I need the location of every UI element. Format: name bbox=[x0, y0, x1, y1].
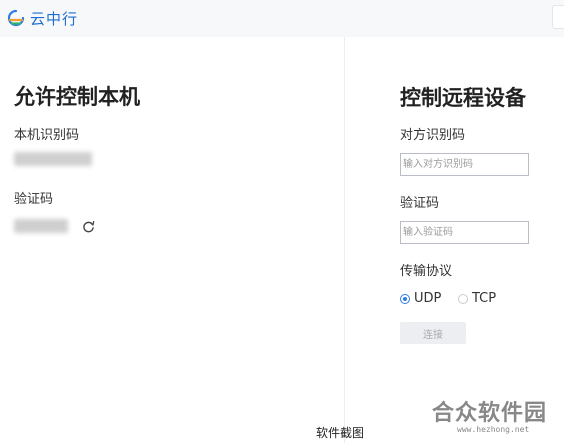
tcp-radio[interactable] bbox=[458, 294, 468, 304]
protocol-label: 传输协议 bbox=[400, 264, 453, 279]
allow-control-heading: 允许控制本机 bbox=[14, 85, 140, 109]
verify-code-label: 验证码 bbox=[14, 192, 54, 207]
verify-code-input[interactable] bbox=[400, 221, 529, 244]
cloud-logo-icon bbox=[7, 9, 25, 27]
udp-radio-label[interactable]: UDP bbox=[414, 291, 441, 306]
app-name: 云中行 bbox=[30, 10, 79, 28]
screenshot-caption: 软件截图 bbox=[316, 426, 365, 440]
watermark-logo: 合众软件园 bbox=[432, 401, 548, 426]
device-id-label: 本机识别码 bbox=[14, 128, 80, 143]
udp-radio[interactable] bbox=[400, 294, 410, 304]
remote-verify-code-label: 验证码 bbox=[400, 196, 440, 211]
partner-id-input[interactable] bbox=[400, 153, 529, 176]
partner-id-label: 对方识别码 bbox=[400, 128, 466, 143]
panel-divider bbox=[344, 37, 345, 443]
device-id-value bbox=[14, 152, 92, 166]
title-bar: 云中行 bbox=[0, 0, 564, 37]
connect-button[interactable]: 连接 bbox=[400, 322, 466, 344]
window-control[interactable] bbox=[552, 5, 564, 29]
watermark-url: www.hezhong.net bbox=[457, 425, 530, 434]
verify-code-value bbox=[14, 219, 68, 233]
refresh-icon[interactable] bbox=[82, 220, 95, 233]
tcp-radio-label[interactable]: TCP bbox=[472, 291, 496, 306]
control-remote-heading: 控制远程设备 bbox=[400, 86, 526, 110]
